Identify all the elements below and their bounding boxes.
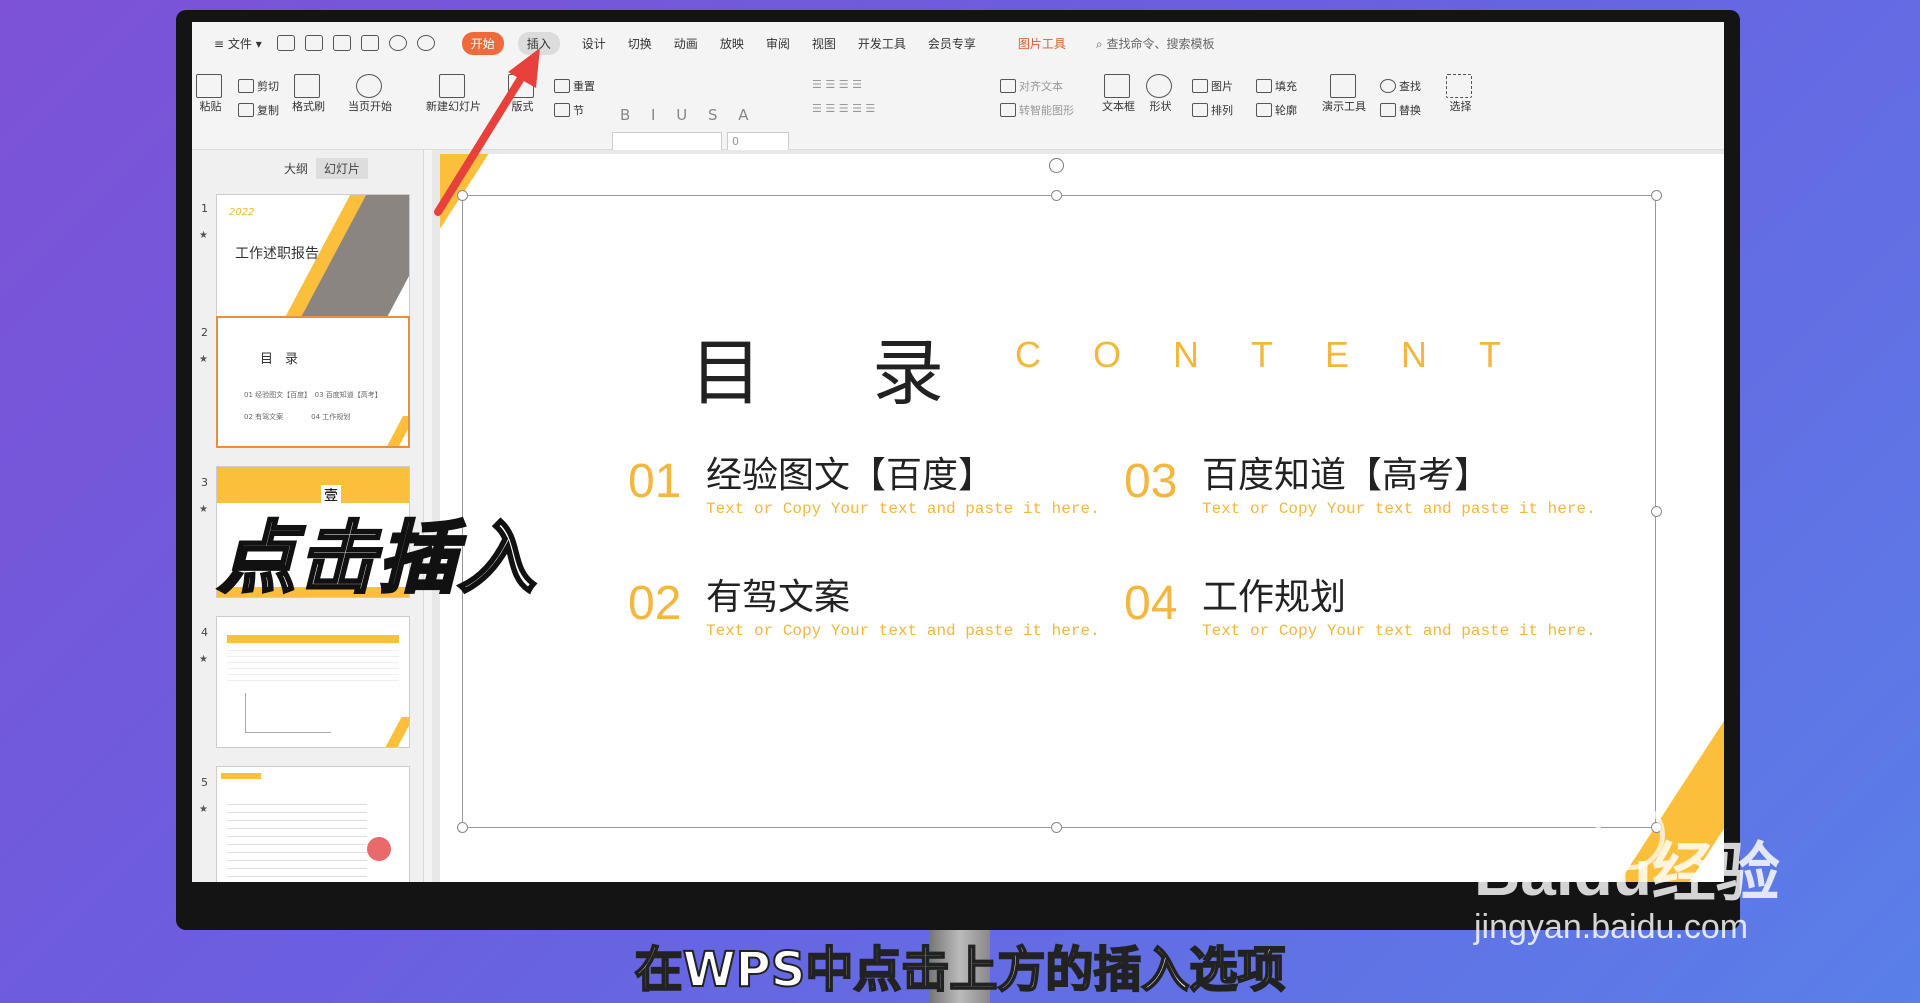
baidu-watermark: Baidu经验 jingyan.baidu.com	[1474, 822, 1780, 946]
watermark-brand: Baidu经验	[1474, 837, 1780, 909]
watermark-url: jingyan.baidu.com	[1474, 908, 1749, 946]
overlay-instruction: 点击插入	[216, 513, 539, 606]
